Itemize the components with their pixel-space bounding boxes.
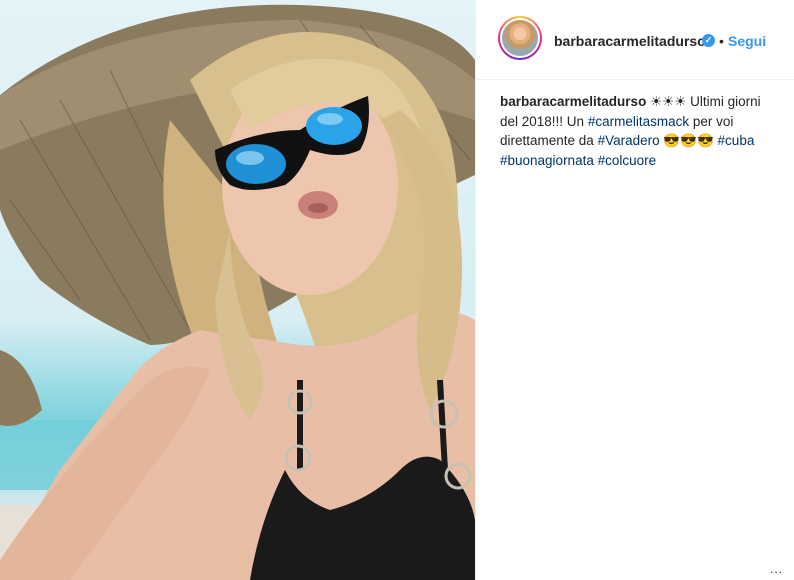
photo-illustration [0,4,475,580]
post-side-panel: barbaracarmelitadurso ✓ • Segui barbarac… [475,0,794,580]
avatar-image [500,18,540,58]
follow-button[interactable]: Segui [728,33,766,49]
hashtag-cuba[interactable]: #cuba [718,133,755,148]
verified-badge-icon: ✓ [702,34,715,47]
post-header: barbaracarmelitadurso ✓ • Segui [476,0,794,80]
hashtag-varadero[interactable]: #Varadero [598,133,660,148]
username-link[interactable]: barbaracarmelitadurso [554,33,706,49]
caption-username-link[interactable]: barbaracarmelitadurso [500,94,646,109]
separator-dot: • [719,33,724,49]
post-photo[interactable] [0,0,475,580]
more-options-icon[interactable]: ... [770,562,783,576]
avatar[interactable] [498,16,542,60]
hashtag-carmelitasmack[interactable]: #carmelitasmack [588,114,689,129]
caption-text-3: 😎😎😎 [659,133,718,148]
hashtag-colcuore[interactable]: #colcuore [598,153,657,168]
post-caption: barbaracarmelitadurso ☀☀☀ Ultimi giorni … [500,92,768,170]
hashtag-buonagiornata[interactable]: #buonagiornata [500,153,594,168]
